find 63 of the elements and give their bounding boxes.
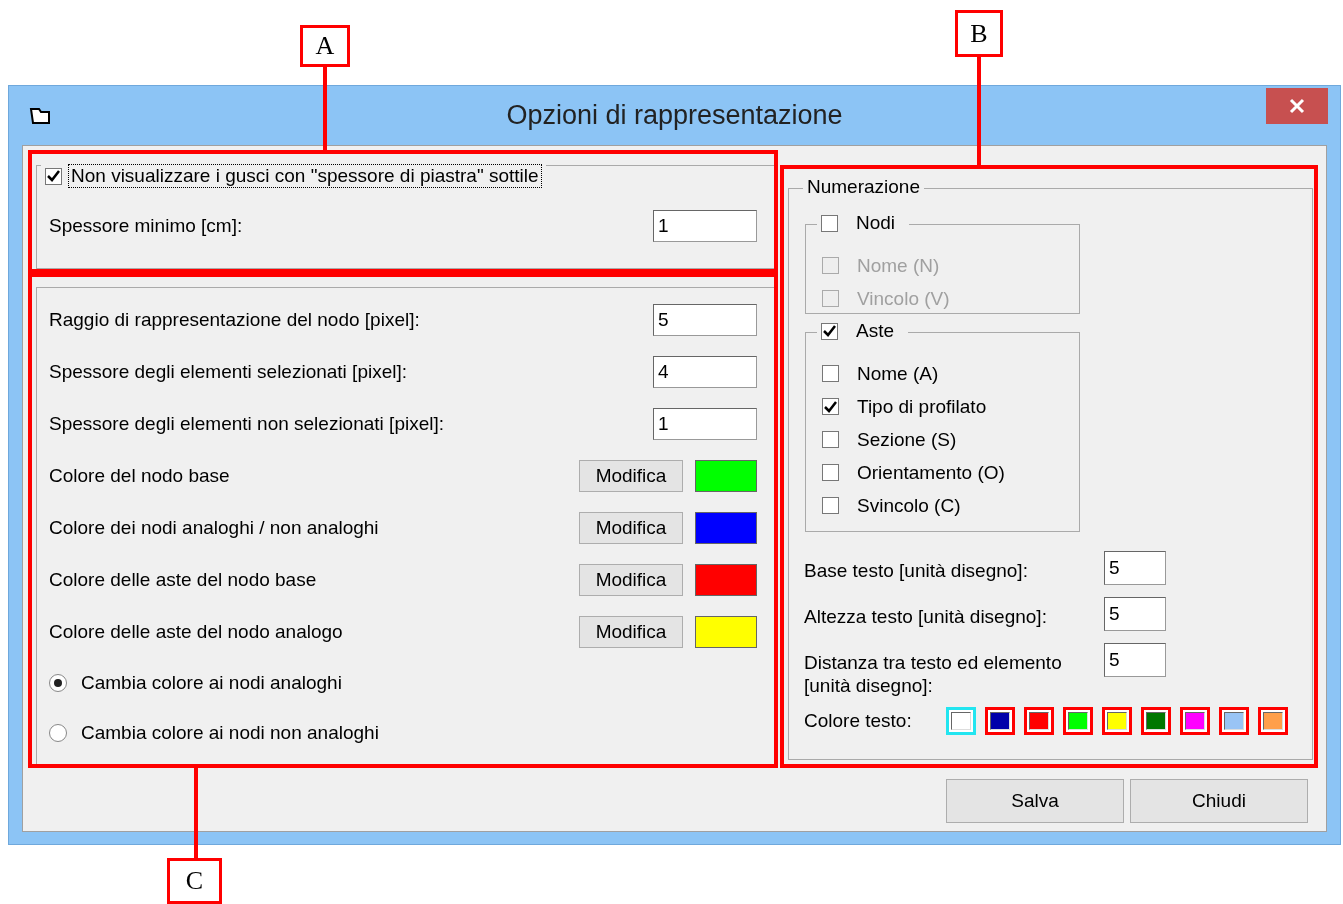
radio-label: Cambia colore ai nodi analoghi — [81, 672, 342, 694]
window-title: Opzioni di rappresentazione — [505, 100, 844, 131]
checkbox[interactable] — [822, 398, 839, 415]
number-field[interactable]: 4 — [653, 356, 757, 388]
checkbox-label: Orientamento (O) — [857, 461, 1005, 484]
checkbox-label: Svincolo (C) — [857, 494, 961, 517]
callout-label: A — [300, 25, 350, 67]
color-swatch[interactable] — [1180, 707, 1210, 735]
modify-button[interactable]: Modifica — [579, 460, 683, 492]
color-label: Colore testo: — [804, 710, 913, 732]
number-field[interactable]: 1 — [653, 210, 757, 242]
modify-button[interactable]: Modifica — [579, 616, 683, 648]
number-field[interactable]: 5 — [653, 304, 757, 336]
color-label: Colore delle aste del nodo base — [49, 569, 318, 591]
field-label: Spessore degli elementi selezionati [pixel]: — [49, 361, 409, 383]
checkbox[interactable] — [821, 322, 838, 340]
window-icon — [29, 105, 53, 126]
close-icon — [1289, 98, 1305, 114]
radio-label: Cambia colore ai nodi non analoghi — [81, 722, 379, 744]
checkbox[interactable] — [822, 365, 839, 382]
checkbox-label: Nome (N) — [857, 254, 940, 277]
color-swatch[interactable] — [985, 707, 1015, 735]
checkbox[interactable] — [822, 497, 839, 514]
field-label: Spessore minimo [cm]: — [49, 215, 244, 237]
number-field[interactable]: 5 — [1104, 643, 1166, 677]
dialog-button[interactable]: Chiudi — [1130, 779, 1308, 823]
dialog-button[interactable]: Salva — [946, 779, 1124, 823]
color-swatch[interactable] — [1063, 707, 1093, 735]
field-label: Raggio di rappresentazione del nodo [pixel]: — [49, 309, 421, 331]
close-button[interactable] — [1266, 88, 1328, 124]
modify-button[interactable]: Modifica — [579, 564, 683, 596]
checkbox[interactable] — [822, 464, 839, 481]
checkbox-label: Non visualizzare i gusci con "spessore di piastra" sottile — [68, 164, 542, 188]
checkbox[interactable] — [822, 431, 839, 448]
number-field[interactable]: 5 — [1104, 597, 1166, 631]
radio-button[interactable] — [49, 724, 67, 742]
checkbox-label: Nome (A) — [857, 362, 939, 385]
color-label: Colore delle aste del nodo analogo — [49, 621, 344, 643]
checkbox-label: Tipo di profilato — [857, 395, 987, 418]
checkbox-label: Aste — [856, 320, 895, 342]
callout-label: C — [167, 858, 222, 904]
color-label: Colore del nodo base — [49, 465, 231, 487]
checkbox-label: Nodi — [856, 212, 896, 234]
color-swatch[interactable] — [1102, 707, 1132, 735]
field-label: Distanza tra testo ed elemento [unità disegno]: — [804, 651, 1063, 697]
checkbox-label: Vincolo (V) — [857, 287, 950, 310]
number-field[interactable]: 5 — [1104, 551, 1166, 585]
color-swatch[interactable] — [1141, 707, 1171, 735]
field-label: Base testo [unità disegno]: — [804, 559, 1029, 582]
callout-label: B — [955, 10, 1003, 57]
checkbox[interactable] — [821, 214, 838, 232]
color-swatch[interactable] — [1219, 707, 1249, 735]
field-label: Spessore degli elementi non selezionati [pixel]: — [49, 413, 445, 435]
color-swatch[interactable] — [1024, 707, 1054, 735]
modify-button[interactable]: Modifica — [579, 512, 683, 544]
radio-button[interactable] — [49, 674, 67, 692]
color-label: Colore dei nodi analoghi / non analoghi — [49, 517, 380, 539]
checkbox[interactable] — [45, 167, 62, 185]
color-swatch[interactable] — [1258, 707, 1288, 735]
field-label: Altezza testo [unità disegno]: — [804, 605, 1048, 628]
color-swatch[interactable] — [946, 707, 976, 735]
checkbox-label: Sezione (S) — [857, 428, 957, 451]
number-field[interactable]: 1 — [653, 408, 757, 440]
